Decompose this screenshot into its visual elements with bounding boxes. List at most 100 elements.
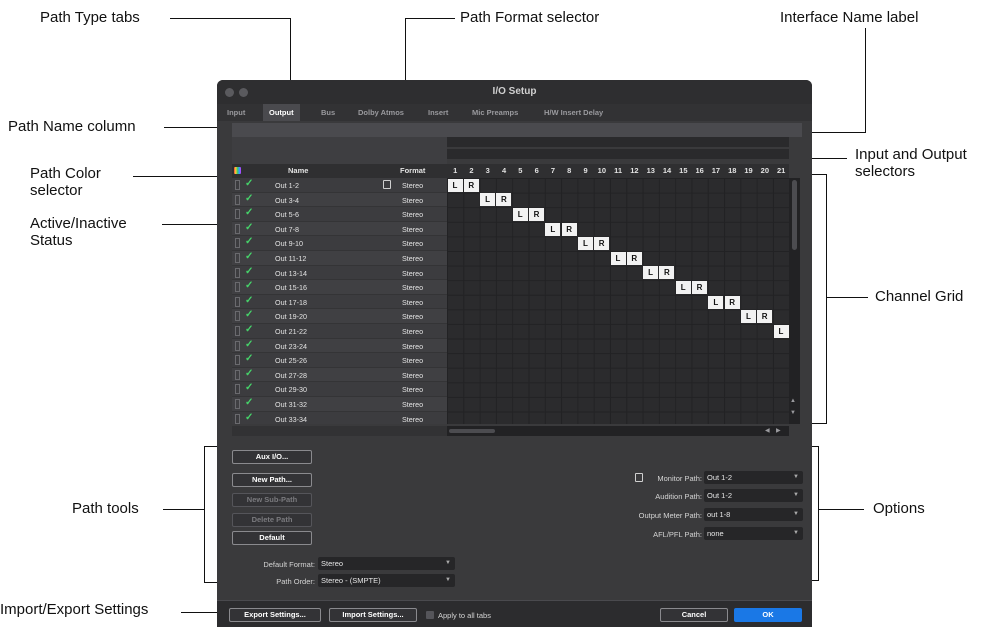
right-channel-assignment[interactable]: R [594,237,610,251]
path-name[interactable]: Out 29-30 [275,385,307,394]
path-format[interactable]: Stereo [402,342,423,351]
path-row[interactable]: ✓ Out 19-20 Stereo [232,309,447,324]
path-row[interactable]: ✓ Out 33-34 Stereo [232,412,447,424]
apply-to-all-tabs-checkbox[interactable] [426,611,434,619]
active-check-icon[interactable]: ✓ [245,266,253,277]
path-row[interactable]: ✓ Out 13-14 Stereo [232,266,447,281]
path-name[interactable]: Out 31-32 [275,400,307,409]
path-format[interactable]: Stereo [402,225,423,234]
left-channel-assignment[interactable]: L [643,266,659,280]
path-color-swatch[interactable] [235,267,240,278]
path-row[interactable]: ✓ Out 15-16 Stereo [232,280,447,295]
path-color-swatch[interactable] [235,209,240,220]
cancel-button[interactable]: Cancel [660,608,728,622]
path-color-swatch[interactable] [235,326,240,336]
active-check-icon[interactable]: ✓ [245,397,253,408]
path-color-icon[interactable] [234,167,241,174]
path-color-swatch[interactable] [235,384,240,395]
path-color-swatch[interactable] [235,194,240,205]
path-row[interactable]: ✓ Out 31-32 Stereo [232,397,447,412]
left-channel-assignment[interactable]: L [773,324,789,338]
monitor-path-select[interactable]: Out 1-2 ▼ [704,471,803,484]
path-row[interactable]: ✓ Out 1-2 Stereo [232,178,447,193]
path-color-swatch[interactable] [235,296,240,307]
path-row[interactable]: ✓ Out 27-28 Stereo [232,367,447,383]
active-check-icon[interactable]: ✓ [245,324,253,335]
path-name[interactable]: Out 7-8 [275,225,299,234]
path-color-swatch[interactable] [235,369,240,380]
tab-hw-insert-delay[interactable]: H/W Insert Delay [544,108,603,117]
export-settings-button[interactable]: Export Settings... [229,608,321,622]
right-channel-assignment[interactable]: R [496,193,512,207]
scroll-thumb[interactable] [449,429,495,433]
scroll-right-icon[interactable]: ▶ [776,427,781,434]
path-name[interactable]: Out 17-18 [275,298,307,307]
active-check-icon[interactable]: ✓ [245,251,253,262]
path-row[interactable]: ✓ Out 11-12 Stereo [232,251,447,266]
afl-pfl-path-select[interactable]: none ▼ [704,527,803,540]
default-format-select[interactable]: Stereo ▼ [318,557,455,570]
tab-input[interactable]: Input [227,108,245,117]
path-format[interactable]: Stereo [402,196,423,205]
right-channel-assignment[interactable]: R [626,251,642,265]
audition-path-select[interactable]: Out 1-2 ▼ [704,489,803,502]
path-format[interactable]: Stereo [402,254,423,263]
path-color-swatch[interactable] [235,238,240,249]
horizontal-scrollbar[interactable]: ◀ ▶ [447,426,789,436]
path-row[interactable]: ✓ Out 5-6 Stereo [232,207,447,222]
path-color-swatch[interactable] [235,282,240,293]
aux-io-button[interactable]: Aux I/O... [232,450,312,464]
scroll-up-icon[interactable]: ▲ [790,398,796,404]
path-format[interactable]: Stereo [402,210,423,219]
path-row[interactable]: ✓ Out 7-8 Stereo [232,221,447,237]
path-name[interactable]: Out 25-26 [275,356,307,365]
tab-insert[interactable]: Insert [428,108,448,117]
right-channel-assignment[interactable]: R [659,266,675,280]
active-check-icon[interactable]: ✓ [245,353,253,364]
path-color-swatch[interactable] [235,180,240,190]
left-channel-assignment[interactable]: L [740,310,756,324]
left-channel-assignment[interactable]: L [447,178,463,192]
tab-mic-preamps[interactable]: Mic Preamps [472,108,518,117]
new-path-button[interactable]: New Path... [232,473,312,487]
path-color-swatch[interactable] [235,223,240,234]
path-name[interactable]: Out 1-2 [275,181,299,190]
default-button[interactable]: Default [232,531,312,545]
path-name[interactable]: Out 23-24 [275,342,307,351]
active-check-icon[interactable]: ✓ [245,222,253,233]
output-meter-path-select[interactable]: out 1-8 ▼ [704,508,803,521]
path-format[interactable]: Stereo [402,371,423,380]
path-row[interactable]: ✓ Out 3-4 Stereo [232,192,447,208]
active-check-icon[interactable]: ✓ [245,382,253,393]
path-row[interactable]: ✓ Out 9-10 Stereo [232,236,447,251]
right-channel-assignment[interactable]: R [561,222,577,236]
path-format[interactable]: Stereo [402,400,423,409]
left-channel-assignment[interactable]: L [610,251,626,265]
path-color-swatch[interactable] [235,253,240,263]
left-channel-assignment[interactable]: L [480,193,496,207]
active-check-icon[interactable]: ✓ [245,295,253,306]
path-name[interactable]: Out 21-22 [275,327,307,336]
path-name[interactable]: Out 19-20 [275,312,307,321]
path-color-swatch[interactable] [235,311,240,322]
path-name[interactable]: Out 15-16 [275,283,307,292]
path-format[interactable]: Stereo [402,269,423,278]
path-row[interactable]: ✓ Out 21-22 Stereo [232,324,447,339]
interface-selector-bar[interactable] [447,149,789,159]
active-check-icon[interactable]: ✓ [245,412,253,423]
path-format[interactable]: Stereo [402,415,423,424]
path-color-swatch[interactable] [235,413,240,424]
right-channel-assignment[interactable]: R [692,281,707,294]
active-check-icon[interactable]: ✓ [245,339,253,350]
tab-dolby-atmos[interactable]: Dolby Atmos [358,108,404,117]
path-row[interactable]: ✓ Out 17-18 Stereo [232,295,447,310]
right-channel-assignment[interactable]: R [724,295,740,309]
path-row[interactable]: ✓ Out 25-26 Stereo [232,353,447,368]
left-channel-assignment[interactable]: L [512,208,528,221]
tab-bus[interactable]: Bus [321,108,335,117]
active-check-icon[interactable]: ✓ [245,178,253,189]
active-check-icon[interactable]: ✓ [245,309,253,320]
path-name[interactable]: Out 11-12 [275,254,306,263]
path-name[interactable]: Out 13-14 [275,269,307,278]
left-channel-assignment[interactable]: L [545,222,561,236]
